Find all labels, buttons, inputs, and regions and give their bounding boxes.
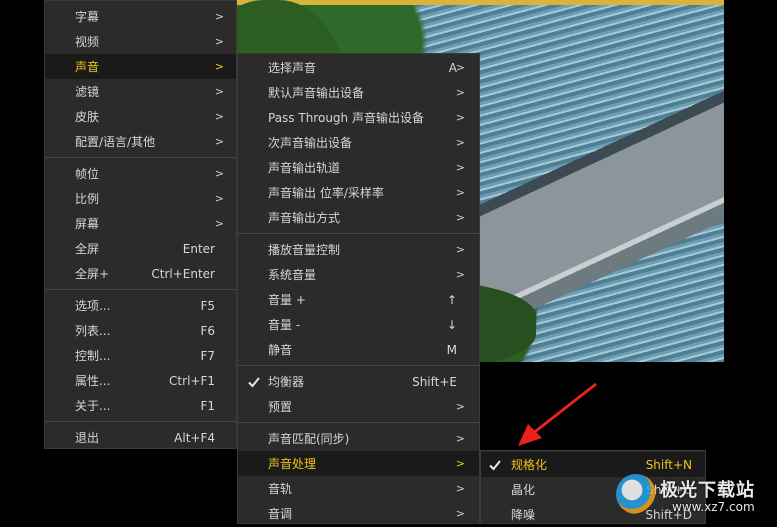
menu-item-subtitles[interactable]: 字幕 > [45, 4, 236, 29]
menu-item-filters[interactable]: 滤镜 > [45, 79, 236, 104]
menu-item-volume-down[interactable]: 音量 - ↓ [238, 312, 479, 337]
submenu-arrow-icon: > [214, 217, 224, 230]
menu-item-system-volume[interactable]: 系统音量 > [238, 262, 479, 287]
submenu-arrow-icon: > [455, 457, 465, 470]
menu-item-control[interactable]: 控制... F7 [45, 343, 236, 368]
submenu-arrow-icon: > [455, 111, 465, 124]
submenu-arrow-icon: > [455, 243, 465, 256]
video-top-strip [236, 0, 724, 5]
menu-separator [45, 157, 236, 158]
menu-separator [45, 289, 236, 290]
menu-item-presets[interactable]: 预置 > [238, 394, 479, 419]
submenu-arrow-icon: > [214, 167, 224, 180]
menu-separator [238, 233, 479, 234]
menu-item-frame[interactable]: 帧位 > [45, 161, 236, 186]
menu-item-audio-sync[interactable]: 声音匹配(同步) > [238, 426, 479, 451]
submenu-arrow-icon: > [455, 61, 465, 74]
watermark: 极光下载站 www.xz7.com [612, 470, 777, 524]
submenu-arrow-icon: > [455, 161, 465, 174]
menu-item-about[interactable]: 关于... F1 [45, 393, 236, 418]
menu-item-screen[interactable]: 屏幕 > [45, 211, 236, 236]
menu-item-options[interactable]: 选项... F5 [45, 293, 236, 318]
menu-item-pass-through-device[interactable]: Pass Through 声音输出设备 > [238, 105, 479, 130]
submenu-arrow-icon: > [455, 186, 465, 199]
menu-item-mute[interactable]: 静音 M [238, 337, 479, 362]
menu-separator [238, 422, 479, 423]
checkmark-icon [248, 376, 260, 387]
watermark-text: 极光下载站 [660, 480, 755, 501]
menu-item-playlist[interactable]: 列表... F6 [45, 318, 236, 343]
menu-item-select-sound[interactable]: 选择声音 A > [238, 55, 479, 80]
context-menu-main: 字幕 > 视频 > 声音 > 滤镜 > 皮肤 > 配置/语言/其他 > 帧位 >… [44, 0, 237, 449]
submenu-arrow-icon: > [214, 192, 224, 205]
menu-item-audio-track[interactable]: 音轨 > [238, 476, 479, 501]
submenu-arrow-icon: > [214, 10, 224, 23]
submenu-arrow-icon: > [214, 60, 224, 73]
menu-item-config-language[interactable]: 配置/语言/其他 > [45, 129, 236, 154]
menu-separator [45, 421, 236, 422]
menu-item-output-bitrate[interactable]: 声音输出 位率/采样率 > [238, 180, 479, 205]
menu-item-playback-volume[interactable]: 播放音量控制 > [238, 237, 479, 262]
menu-item-output-track[interactable]: 声音输出轨道 > [238, 155, 479, 180]
submenu-arrow-icon: > [455, 482, 465, 495]
submenu-arrow-icon: > [214, 35, 224, 48]
arrow-up-icon: ↑ [446, 292, 457, 307]
watermark-logo-icon [616, 474, 656, 514]
menu-item-output-mode[interactable]: 声音输出方式 > [238, 205, 479, 230]
submenu-arrow-icon: > [455, 136, 465, 149]
menu-item-properties[interactable]: 属性... Ctrl+F1 [45, 368, 236, 393]
watermark-url: www.xz7.com [672, 500, 755, 514]
menu-separator [238, 365, 479, 366]
submenu-arrow-icon: > [455, 86, 465, 99]
submenu-arrow-icon: > [214, 110, 224, 123]
menu-item-exit[interactable]: 退出 Alt+F4 [45, 425, 236, 450]
submenu-arrow-icon: > [455, 400, 465, 413]
menu-item-video[interactable]: 视频 > [45, 29, 236, 54]
context-menu-sound: 选择声音 A > 默认声音输出设备 > Pass Through 声音输出设备 … [237, 53, 480, 524]
menu-item-pitch[interactable]: 音调 > [238, 501, 479, 526]
menu-item-ratio[interactable]: 比例 > [45, 186, 236, 211]
menu-item-audio-processing[interactable]: 声音处理 > [238, 451, 479, 476]
menu-item-equalizer[interactable]: 均衡器 Shift+E [238, 369, 479, 394]
checkmark-icon [489, 459, 501, 470]
menu-item-fullscreen-plus[interactable]: 全屏+ Ctrl+Enter [45, 261, 236, 286]
menu-item-fullscreen[interactable]: 全屏 Enter [45, 236, 236, 261]
annotation-arrow-icon [518, 382, 597, 446]
submenu-arrow-icon: > [455, 268, 465, 281]
arrow-down-icon: ↓ [446, 317, 457, 332]
submenu-arrow-icon: > [214, 135, 224, 148]
menu-item-skin[interactable]: 皮肤 > [45, 104, 236, 129]
submenu-arrow-icon: > [455, 211, 465, 224]
submenu-arrow-icon: > [455, 432, 465, 445]
menu-item-secondary-output-device[interactable]: 次声音输出设备 > [238, 130, 479, 155]
submenu-arrow-icon: > [455, 507, 465, 520]
menu-item-default-output-device[interactable]: 默认声音输出设备 > [238, 80, 479, 105]
menu-item-sound[interactable]: 声音 > [45, 54, 236, 79]
menu-item-volume-up[interactable]: 音量 + ↑ [238, 287, 479, 312]
submenu-arrow-icon: > [214, 85, 224, 98]
